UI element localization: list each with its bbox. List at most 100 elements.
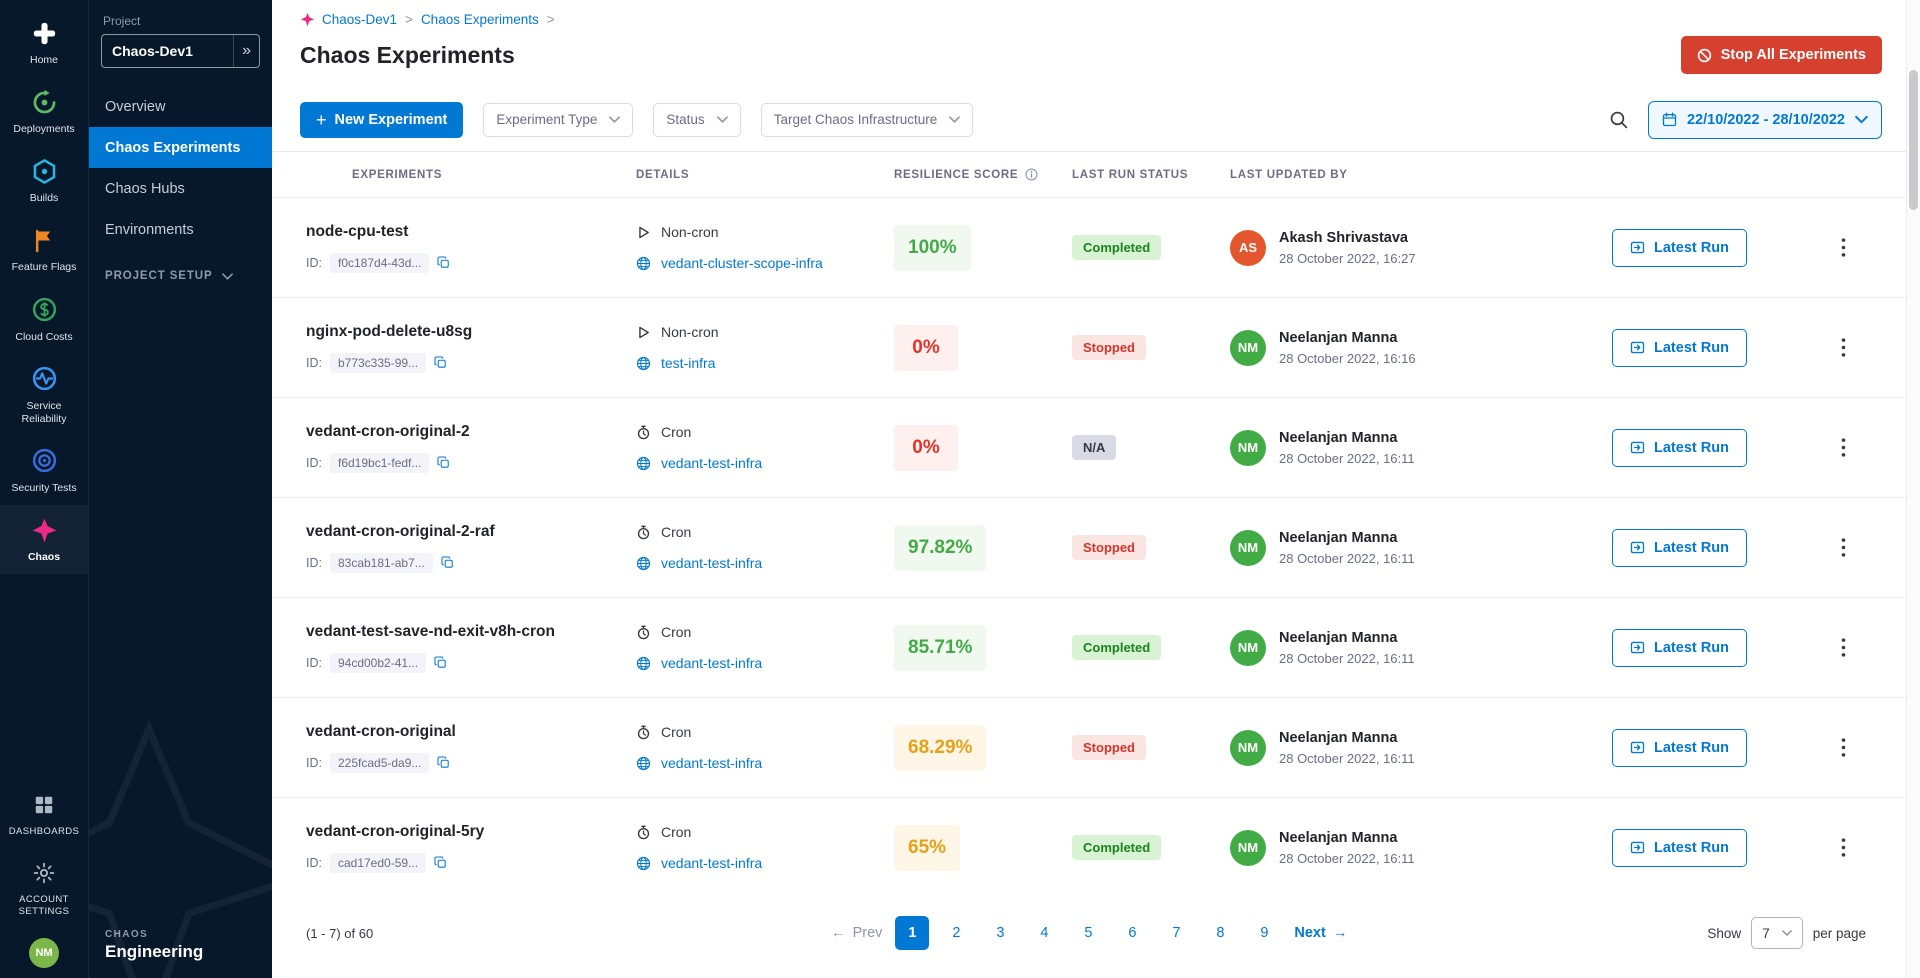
user-avatar[interactable]: AS [1230, 230, 1266, 266]
scrollbar[interactable] [1906, 0, 1920, 978]
latest-run-button[interactable]: Latest Run [1612, 229, 1747, 267]
page-button-4[interactable]: 4 [1027, 916, 1061, 950]
row-menu-icon[interactable] [1835, 834, 1852, 861]
page-button-5[interactable]: 5 [1071, 916, 1105, 950]
page-button-2[interactable]: 2 [939, 916, 973, 950]
user-avatar[interactable]: NM [1230, 730, 1266, 766]
breadcrumb-link-chaos-experiments[interactable]: Chaos Experiments [421, 12, 539, 27]
sidebar-item-chaos-hubs[interactable]: Chaos Hubs [89, 168, 272, 209]
experiment-name[interactable]: vedant-cron-original [306, 723, 636, 741]
pagination: (1 - 7) of 60 ← Prev 123456789 Next → Sh… [272, 894, 1906, 978]
infrastructure-link[interactable]: vedant-test-infra [661, 855, 762, 871]
info-icon[interactable] [1025, 168, 1038, 181]
app-root: Home Deployments Builds Feature Flags Cl… [0, 0, 1920, 978]
page-button-7[interactable]: 7 [1159, 916, 1193, 950]
builds-icon [29, 156, 59, 186]
copy-icon[interactable] [434, 356, 447, 369]
page-button-3[interactable]: 3 [983, 916, 1017, 950]
copy-icon[interactable] [434, 856, 447, 869]
experiment-id-row: ID: f0c187d4-43d... [306, 253, 636, 273]
prev-page-button[interactable]: ← Prev [831, 925, 882, 941]
page-button-8[interactable]: 8 [1203, 916, 1237, 950]
copy-icon[interactable] [437, 756, 450, 769]
sidebar-module-home[interactable]: Home [0, 8, 88, 77]
search-icon[interactable] [1609, 110, 1628, 129]
filter-experiment-type[interactable]: Experiment Type [483, 103, 633, 137]
experiment-id-label: ID: [306, 356, 322, 370]
date-range-button[interactable]: 22/10/2022 - 28/10/2022 [1648, 101, 1882, 139]
experiment-name[interactable]: vedant-cron-original-5ry [306, 823, 636, 841]
per-page-select[interactable]: 7 [1751, 917, 1803, 949]
experiment-name[interactable]: nginx-pod-delete-u8sg [306, 323, 636, 341]
user-avatar[interactable]: NM [1230, 830, 1266, 866]
experiment-name[interactable]: vedant-cron-original-2 [306, 423, 636, 441]
infrastructure-link[interactable]: vedant-test-infra [661, 455, 762, 471]
status-badge: Completed [1072, 835, 1161, 860]
latest-run-label: Latest Run [1654, 840, 1729, 856]
experiment-name[interactable]: vedant-cron-original-2-raf [306, 523, 636, 541]
latest-run-button[interactable]: Latest Run [1612, 529, 1747, 567]
filter-target-chaos-infrastructure[interactable]: Target Chaos Infrastructure [761, 103, 974, 137]
row-menu-icon[interactable] [1835, 434, 1852, 461]
project-setup-toggle[interactable]: PROJECT SETUP [89, 250, 272, 302]
copy-icon[interactable] [437, 256, 450, 269]
latest-run-button[interactable]: Latest Run [1612, 829, 1747, 867]
latest-run-button[interactable]: Latest Run [1612, 329, 1747, 367]
page-button-1[interactable]: 1 [895, 916, 929, 950]
user-avatar[interactable]: NM [1230, 430, 1266, 466]
user-avatar[interactable]: NM [1230, 530, 1266, 566]
infrastructure-link[interactable]: vedant-test-infra [661, 555, 762, 571]
latest-run-button[interactable]: Latest Run [1612, 729, 1747, 767]
updated-date: 28 October 2022, 16:11 [1279, 451, 1415, 466]
user-avatar[interactable]: NM [1230, 330, 1266, 366]
module-bottom-list: DASHBOARDS ACCOUNT SETTINGS [4, 780, 84, 928]
row-menu-icon[interactable] [1835, 734, 1852, 761]
experiment-name[interactable]: vedant-test-save-nd-exit-v8h-cron [306, 623, 636, 641]
new-experiment-button[interactable]: + New Experiment [300, 102, 463, 138]
copy-icon[interactable] [434, 656, 447, 669]
latest-run-button[interactable]: Latest Run [1612, 429, 1747, 467]
row-menu-icon[interactable] [1835, 334, 1852, 361]
sidebar-item-chaos-experiments[interactable]: Chaos Experiments [89, 127, 272, 168]
arrow-left-icon: ← [831, 925, 846, 941]
project-name-input[interactable] [102, 43, 233, 59]
sidebar-item-environments[interactable]: Environments [89, 209, 272, 250]
chevron-down-icon [1782, 930, 1792, 936]
user-avatar[interactable]: NM [29, 938, 59, 968]
infrastructure-link[interactable]: vedant-test-infra [661, 655, 762, 671]
per-page-value: 7 [1762, 926, 1770, 941]
infrastructure-link[interactable]: vedant-test-infra [661, 755, 762, 771]
experiment-row: nginx-pod-delete-u8sg ID: b773c335-99...… [272, 298, 1906, 398]
copy-icon[interactable] [437, 456, 450, 469]
latest-run-button[interactable]: Latest Run [1612, 629, 1747, 667]
row-menu-icon[interactable] [1835, 234, 1852, 261]
sidebar-item-dashboards[interactable]: DASHBOARDS [4, 780, 84, 848]
copy-icon[interactable] [441, 556, 454, 569]
infrastructure-link[interactable]: vedant-cluster-scope-infra [661, 255, 823, 271]
column-resilience-score: RESILIENCE SCORE [894, 168, 1072, 181]
row-menu-icon[interactable] [1835, 634, 1852, 661]
sidebar-item-overview[interactable]: Overview [89, 86, 272, 127]
scrollbar-thumb[interactable] [1909, 70, 1918, 210]
breadcrumb-link-chaos-dev1[interactable]: Chaos-Dev1 [322, 12, 397, 27]
sidebar-module-cloud-costs[interactable]: Cloud Costs [0, 285, 88, 354]
page-button-9[interactable]: 9 [1247, 916, 1281, 950]
row-menu-icon[interactable] [1835, 534, 1852, 561]
experiment-name[interactable]: node-cpu-test [306, 223, 636, 241]
sidebar-item-account-settings[interactable]: ACCOUNT SETTINGS [4, 848, 84, 928]
sidebar-module-security-tests[interactable]: Security Tests [0, 436, 88, 505]
collapse-sidebar-icon[interactable]: » [233, 35, 259, 67]
sidebar-module-feature-flags[interactable]: Feature Flags [0, 215, 88, 284]
infrastructure-link[interactable]: test-infra [661, 355, 715, 371]
chevron-down-icon [1855, 115, 1868, 124]
stop-all-experiments-button[interactable]: Stop All Experiments [1681, 36, 1882, 74]
user-avatar[interactable]: NM [1230, 630, 1266, 666]
page-button-6[interactable]: 6 [1115, 916, 1149, 950]
user-name: Neelanjan Manna [1279, 430, 1415, 446]
next-page-button[interactable]: Next → [1294, 925, 1347, 941]
sidebar-module-builds[interactable]: Builds [0, 146, 88, 215]
sidebar-module-service-reliability[interactable]: Service Reliability [0, 354, 88, 436]
sidebar-module-deployments[interactable]: Deployments [0, 77, 88, 146]
filter-status[interactable]: Status [653, 103, 740, 137]
sidebar-module-chaos[interactable]: Chaos [0, 505, 88, 574]
